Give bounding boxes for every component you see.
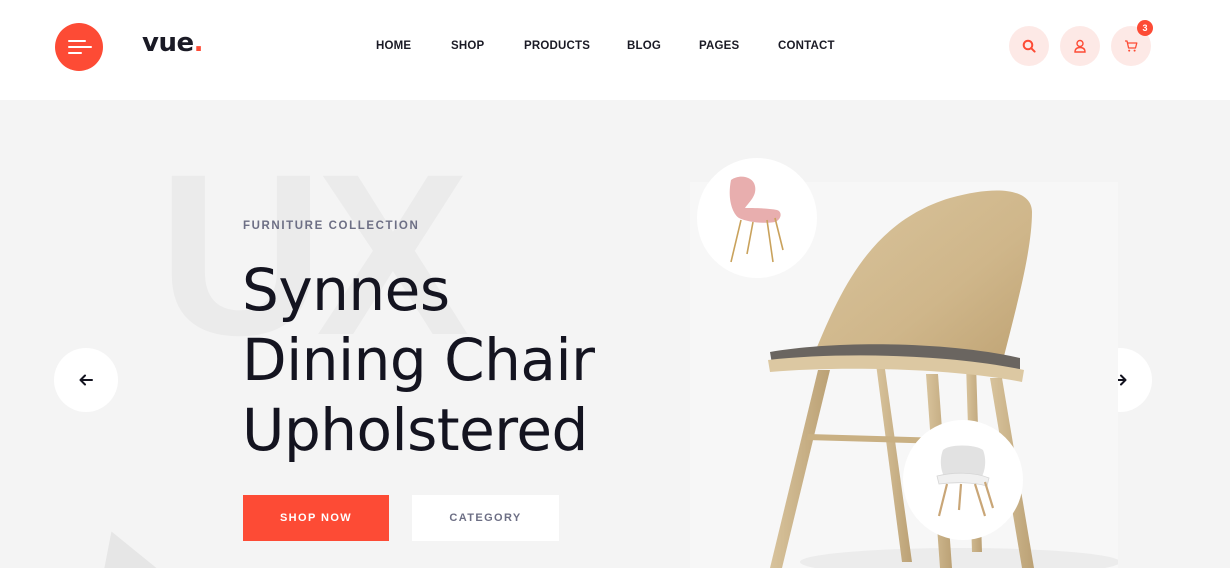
decorative-triangle: [83, 521, 157, 568]
white-chair-image: [936, 445, 995, 517]
slider-prev-button[interactable]: [54, 348, 118, 412]
search-button[interactable]: [1009, 26, 1049, 66]
hero-eyebrow: FURNITURE COLLECTION: [243, 220, 420, 232]
pink-chair-image: [729, 176, 784, 263]
logo-dot: .: [193, 28, 204, 58]
hero-title-line: Upholstered: [242, 396, 588, 464]
cart-count-badge: 3: [1137, 20, 1153, 36]
logo-text: vue: [142, 28, 194, 58]
product-thumbnail-pink-chair[interactable]: [697, 158, 817, 278]
arrow-left-icon: [79, 374, 93, 386]
site-logo[interactable]: vue.: [142, 28, 204, 58]
nav-item-shop[interactable]: SHOP: [451, 40, 484, 52]
user-icon: [1074, 39, 1086, 53]
category-button[interactable]: CATEGORY: [412, 495, 559, 541]
nav-item-home[interactable]: HOME: [376, 40, 411, 52]
nav-item-contact[interactable]: CONTACT: [778, 40, 835, 52]
hero-title: Synnes Dining Chair Upholstered: [242, 255, 595, 465]
hamburger-icon-bar: [68, 46, 92, 48]
cart-icon: [1125, 40, 1138, 52]
hamburger-icon-bar: [68, 52, 82, 54]
site-header: vue. HOME SHOP PRODUCTS BLOG PAGES CONTA…: [0, 0, 1230, 100]
shop-now-button[interactable]: SHOP NOW: [243, 495, 389, 541]
nav-item-blog[interactable]: BLOG: [627, 40, 661, 52]
hamburger-icon: [68, 40, 86, 42]
hero-title-line: Synnes: [242, 256, 450, 324]
product-thumbnail-white-chair[interactable]: [903, 420, 1023, 540]
hero-slider: UX FURNITURE COLLECTION Synnes Dining Ch…: [0, 100, 1230, 568]
account-button[interactable]: [1060, 26, 1100, 66]
search-icon: [1022, 39, 1036, 53]
nav-item-pages[interactable]: PAGES: [699, 40, 739, 52]
hero-title-line: Dining Chair: [242, 326, 595, 394]
nav-item-products[interactable]: PRODUCTS: [524, 40, 590, 52]
menu-toggle-button[interactable]: [55, 23, 103, 71]
